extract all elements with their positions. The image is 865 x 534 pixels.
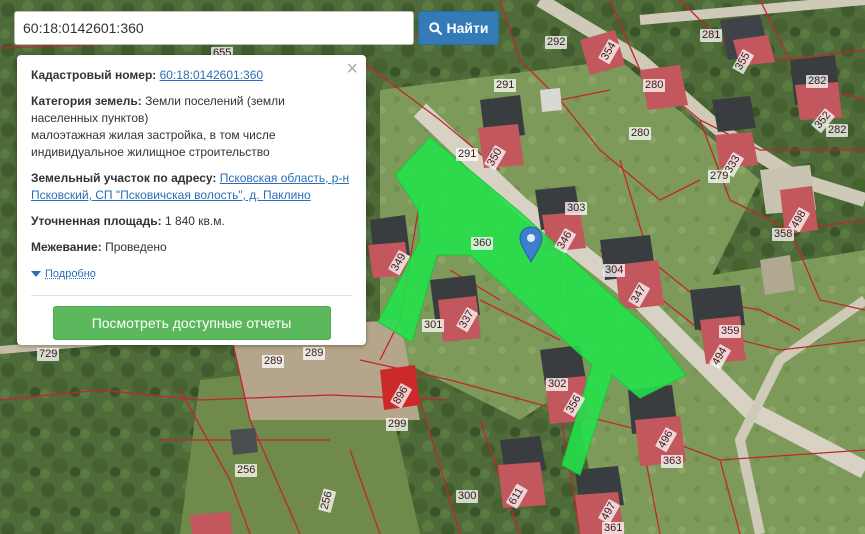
parcel-label[interactable]: 282 [826, 124, 848, 137]
parcel-label[interactable]: 256 [235, 464, 257, 477]
cadastral-number-row: Кадастровый номер: 60:18:0142601:360 [31, 67, 352, 84]
survey-row: Межевание: Проведено [31, 239, 352, 256]
search-button-label: Найти [447, 20, 489, 36]
parcel-label[interactable]: 303 [565, 202, 587, 215]
parcel-label[interactable]: 280 [629, 127, 651, 140]
survey-value: Проведено [105, 240, 167, 254]
parcel-label[interactable]: 359 [719, 325, 741, 338]
parcel-label[interactable]: 289 [303, 347, 325, 360]
parcel-label[interactable]: 279 [708, 170, 730, 183]
parcel-label[interactable]: 289 [262, 355, 284, 368]
details-toggle[interactable]: Подробно [31, 266, 96, 283]
parcel-label[interactable]: 729 [37, 348, 59, 361]
cadastral-search-input[interactable] [14, 11, 414, 45]
address-row: Земельный участок по адресу: Псковская о… [31, 170, 352, 204]
parcel-label[interactable]: 291 [494, 79, 516, 92]
parcel-label[interactable]: 302 [546, 378, 568, 391]
parcel-label[interactable]: 301 [422, 319, 444, 332]
cadastral-number-link[interactable]: 60:18:0142601:360 [160, 68, 263, 82]
details-label: Подробно [45, 266, 96, 283]
parcel-label[interactable]: 358 [772, 228, 794, 241]
magnifier-icon [429, 22, 442, 35]
cadastral-number-label: Кадастровый номер: [31, 68, 156, 82]
parcel-label[interactable]: 361 [602, 522, 624, 534]
area-label: Уточненная площадь: [31, 214, 162, 228]
view-reports-button[interactable]: Посмотреть доступные отчеты [53, 306, 331, 340]
parcel-label[interactable]: 360 [471, 237, 493, 250]
survey-label: Межевание: [31, 240, 102, 254]
land-category-row: Категория земель: Земли поселений (земли… [31, 93, 352, 161]
parcel-label[interactable]: 281 [700, 29, 722, 42]
address-label: Земельный участок по адресу: [31, 171, 216, 185]
area-row: Уточненная площадь: 1 840 кв.м. [31, 213, 352, 230]
parcel-label[interactable]: 363 [661, 455, 683, 468]
parcel-info-popup: × Кадастровый номер: 60:18:0142601:360 К… [17, 55, 366, 345]
search-button[interactable]: Найти [418, 11, 499, 45]
area-value: 1 840 кв.м. [165, 214, 225, 228]
triangle-down-icon [31, 271, 41, 277]
parcel-label[interactable]: 291 [456, 148, 478, 161]
close-icon[interactable]: × [346, 59, 358, 79]
parcel-label[interactable]: 299 [386, 418, 408, 431]
parcel-label[interactable]: 292 [545, 36, 567, 49]
land-use-value: малоэтажная жилая застройка, в том числе… [31, 128, 276, 159]
divider [31, 295, 352, 296]
parcel-label[interactable]: 282 [806, 75, 828, 88]
parcel-label[interactable]: 300 [456, 490, 478, 503]
parcel-label[interactable]: 280 [643, 79, 665, 92]
parcel-label[interactable]: 304 [603, 264, 625, 277]
land-category-label: Категория земель: [31, 94, 142, 108]
